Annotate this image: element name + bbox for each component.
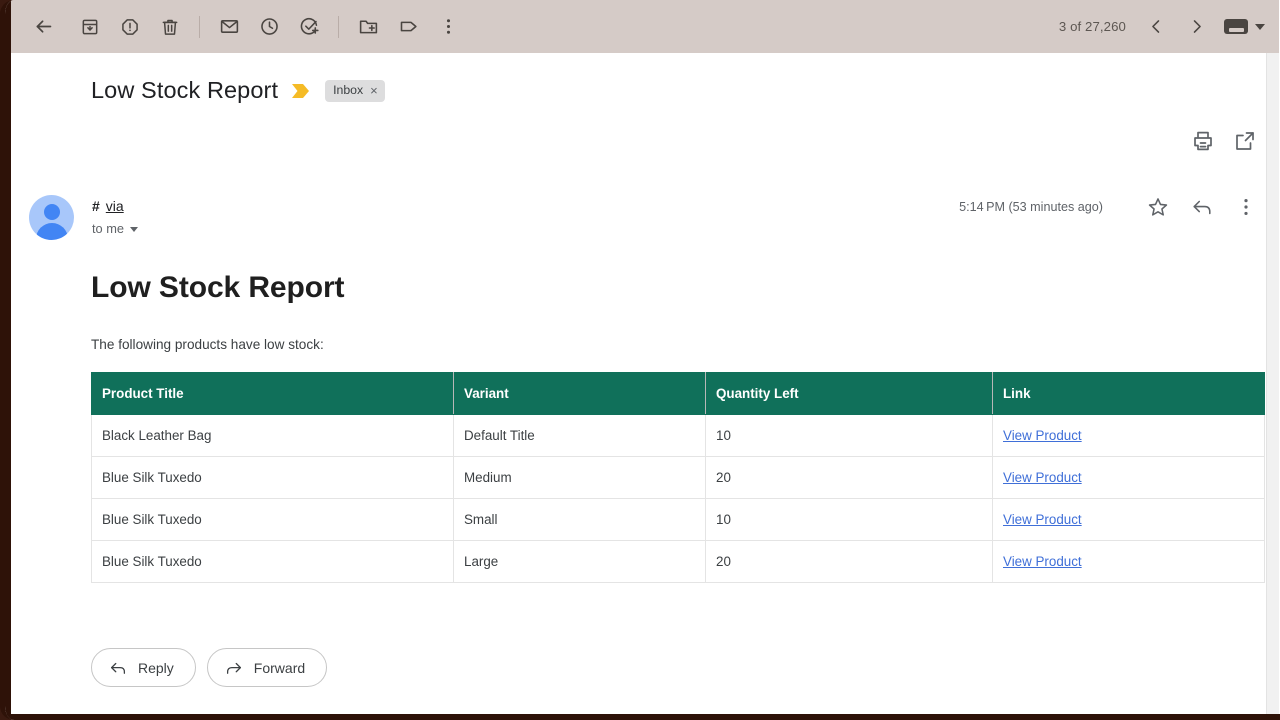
message-meta: 5:14 PM (53 minutes ago) <box>959 196 1257 218</box>
table-row: Black Leather Bag Default Title 10 View … <box>91 414 1265 457</box>
older-message-button[interactable] <box>1176 7 1216 47</box>
open-in-new-window-icon[interactable] <box>1233 129 1257 153</box>
recipient-label: to me <box>92 221 125 236</box>
keyboard-icon[interactable] <box>1224 19 1248 34</box>
message-pane: Low Stock Report Inbox × # via to me 5:1… <box>11 53 1279 714</box>
chevron-down-icon[interactable] <box>130 227 139 232</box>
message-count: 3 of 27,260 <box>1058 19 1126 34</box>
table-header-row: Product Title Variant Quantity Left Link <box>91 372 1265 415</box>
cell-variant: Small <box>453 498 706 541</box>
input-tools-selector[interactable] <box>1224 19 1265 34</box>
cell-link: View Product <box>992 456 1265 499</box>
message-more-icon[interactable] <box>1235 196 1257 218</box>
avatar-head <box>43 204 60 220</box>
cell-quantity: 20 <box>705 456 993 499</box>
column-header-variant: Variant <box>453 372 706 415</box>
column-header-link: Link <box>992 372 1265 415</box>
vertical-scrollbar[interactable] <box>1266 53 1279 714</box>
cell-quantity: 10 <box>705 414 993 457</box>
avatar-body <box>35 223 68 240</box>
cell-quantity: 10 <box>705 498 993 541</box>
table-row: Blue Silk Tuxedo Medium 20 View Product <box>91 456 1265 499</box>
more-options-icon[interactable] <box>428 7 468 47</box>
archive-icon[interactable] <box>70 7 110 47</box>
gmail-toolbar: 3 of 27,260 <box>11 0 1279 53</box>
toolbar-divider-1 <box>199 15 200 38</box>
cell-link: View Product <box>992 540 1265 583</box>
mark-unread-icon[interactable] <box>209 7 249 47</box>
move-to-icon[interactable] <box>348 7 388 47</box>
reply-icon[interactable] <box>1191 196 1213 218</box>
label-chip-remove-icon[interactable]: × <box>370 83 378 98</box>
report-spam-icon[interactable] <box>110 7 150 47</box>
view-product-link[interactable]: View Product <box>1003 470 1082 485</box>
cell-product-title: Black Leather Bag <box>91 414 454 457</box>
cell-quantity: 20 <box>705 540 993 583</box>
reply-button[interactable]: Reply <box>91 648 196 687</box>
importance-marker-icon[interactable] <box>292 83 310 98</box>
chevron-down-icon[interactable] <box>1255 23 1265 30</box>
add-to-tasks-icon[interactable] <box>289 7 329 47</box>
label-chip-text: Inbox <box>333 83 364 97</box>
cell-link: View Product <box>992 414 1265 457</box>
column-header-product-title: Product Title <box>91 372 454 415</box>
cell-product-title: Blue Silk Tuxedo <box>91 498 454 541</box>
subject-row: Low Stock Report Inbox × <box>91 77 385 104</box>
sender-via-link[interactable]: via <box>106 198 124 214</box>
forward-button[interactable]: Forward <box>206 648 328 687</box>
view-product-link[interactable]: View Product <box>1003 554 1082 569</box>
sender-name: # via <box>92 198 124 214</box>
sender-hash: # <box>92 198 100 214</box>
reply-forward-bar: Reply Forward <box>91 648 328 687</box>
cell-product-title: Blue Silk Tuxedo <box>91 540 454 583</box>
forward-arrow-icon <box>226 662 241 674</box>
label-chip-inbox[interactable]: Inbox × <box>325 79 385 102</box>
back-button[interactable] <box>23 7 63 47</box>
forward-button-label: Forward <box>253 659 306 676</box>
window-frame-left-edge <box>5 0 11 720</box>
browser-window: 3 of 27,260 Low Stock Report Inbox × # v… <box>0 0 1280 720</box>
table-row: Blue Silk Tuxedo Large 20 View Product <box>91 540 1265 583</box>
table-row: Blue Silk Tuxedo Small 10 View Product <box>91 498 1265 541</box>
cell-variant: Medium <box>453 456 706 499</box>
window-frame-bottom-edge <box>5 714 1280 720</box>
low-stock-table: Product Title Variant Quantity Left Link… <box>91 372 1265 583</box>
print-icon[interactable] <box>1191 129 1215 153</box>
cell-variant: Large <box>453 540 706 583</box>
report-title: Low Stock Report <box>91 271 345 304</box>
cell-variant: Default Title <box>453 414 706 457</box>
toolbar-divider-2 <box>338 15 339 38</box>
delete-icon[interactable] <box>150 7 190 47</box>
newer-message-button[interactable] <box>1136 7 1176 47</box>
column-header-quantity-left: Quantity Left <box>705 372 993 415</box>
report-intro: The following products have low stock: <box>91 337 324 352</box>
view-product-link[interactable]: View Product <box>1003 428 1082 443</box>
message-header-actions <box>1191 129 1257 153</box>
recipient-dropdown[interactable]: to me <box>92 221 139 236</box>
cell-link: View Product <box>992 498 1265 541</box>
labels-icon[interactable] <box>388 7 428 47</box>
message-timestamp: 5:14 PM (53 minutes ago) <box>959 200 1103 214</box>
star-icon[interactable] <box>1147 196 1169 218</box>
subject-text: Low Stock Report <box>91 77 279 103</box>
view-product-link[interactable]: View Product <box>1003 512 1082 527</box>
cell-product-title: Blue Silk Tuxedo <box>91 456 454 499</box>
reply-button-label: Reply <box>138 659 174 676</box>
reply-arrow-icon <box>110 662 126 674</box>
snooze-icon[interactable] <box>249 7 289 47</box>
sender-avatar[interactable] <box>29 195 74 240</box>
